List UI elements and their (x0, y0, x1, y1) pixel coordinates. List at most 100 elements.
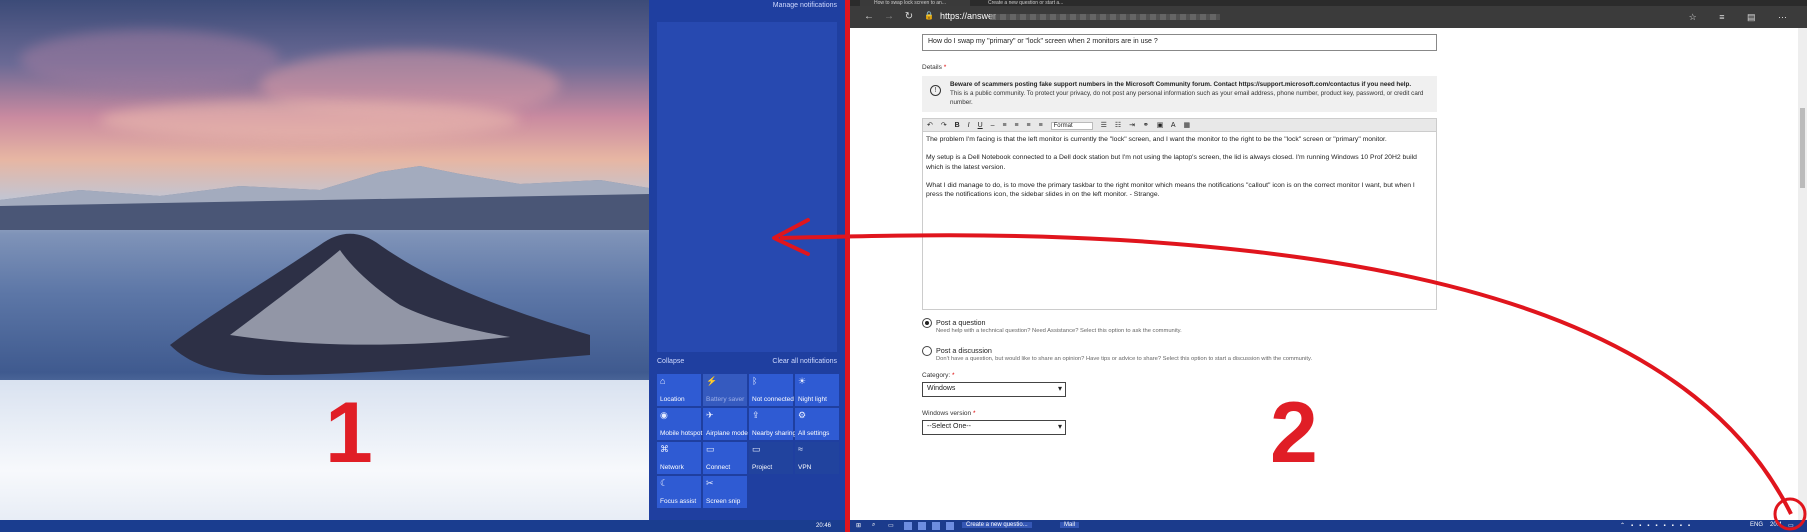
quick-action-project[interactable]: ▭ Project (749, 442, 793, 474)
category-select[interactable]: Windows (922, 382, 1066, 397)
bullet-list-icon[interactable]: ☰ (1101, 122, 1107, 129)
font-color-icon[interactable]: A (1171, 122, 1176, 129)
quick-action-all-settings[interactable]: ⚙ All settings (795, 408, 839, 440)
quick-action-screen-snip[interactable]: ✂ Screen snip (703, 476, 747, 508)
quick-action-mobile-hotspot[interactable]: ◉ Mobile hotspot (657, 408, 702, 440)
airplane-icon: ✈ (706, 410, 714, 420)
system-tray-icons[interactable]: ⌃▪▪▪▪▪▪▪▪ (1620, 522, 1696, 529)
quick-action-nearby-sharing[interactable]: ⇪ Nearby sharing (749, 408, 797, 440)
lock-icon: 🔒 (924, 11, 934, 20)
explorer-icon[interactable] (918, 522, 926, 530)
strikethrough-icon[interactable]: ‒ (991, 122, 995, 129)
hotspot-icon: ◉ (660, 410, 668, 420)
table-icon[interactable]: ▦ (1184, 122, 1191, 129)
notifications-panel (657, 22, 837, 352)
back-icon[interactable]: ← (862, 11, 876, 22)
taskbar-right-clock[interactable]: 20:4 (1770, 522, 1782, 528)
body-paragraph: The problem I'm facing is that the left … (926, 136, 1387, 143)
notifications-icon[interactable]: ▭ (1788, 522, 1794, 529)
collapse-link[interactable]: Collapse (657, 358, 684, 365)
post-discussion-desc: Don't have a question, but would like to… (936, 356, 1313, 362)
redo-icon[interactable]: ↷ (941, 122, 947, 129)
monitor-1: 1 Manage notifications Collapse Clear al… (0, 0, 849, 532)
scam-warning: Beware of scammers posting fake support … (950, 81, 1412, 88)
format-select[interactable]: Format (1050, 122, 1093, 130)
monitor-2-label: 2 (1270, 385, 1318, 481)
details-label: Details * (922, 64, 947, 71)
page-scrollbar[interactable] (1798, 28, 1807, 520)
quick-action-night-light[interactable]: ☀ Night light (795, 374, 839, 406)
outlook-icon[interactable] (932, 522, 940, 530)
question-body-editor[interactable]: The problem I'm facing is that the left … (922, 132, 1437, 310)
quick-action-location[interactable]: ⌂ Location (657, 374, 701, 406)
bold-icon[interactable]: B (955, 122, 960, 129)
align-left-icon[interactable]: ≡ (1002, 122, 1006, 129)
monitor-2: How to swap lock screen to an... Create … (850, 0, 1807, 532)
moon-icon: ☾ (660, 478, 669, 488)
italic-icon[interactable]: I (968, 122, 970, 129)
brightness-icon: ☀ (798, 376, 807, 386)
link-icon[interactable]: ⚭ (1143, 122, 1149, 129)
quick-action-label: Project (752, 464, 773, 471)
question-title-input[interactable]: How do I swap my "primary" or "lock" scr… (922, 34, 1437, 51)
post-discussion-radio[interactable] (922, 346, 932, 356)
battery-icon: ⚡ (706, 376, 718, 386)
project-icon: ▭ (752, 444, 761, 454)
taskbar-left: 20:46 (0, 520, 849, 532)
task-view-icon[interactable]: ▭ (888, 522, 894, 529)
numbered-list-icon[interactable]: ☷ (1115, 122, 1121, 129)
monitor-1-label: 1 (325, 385, 373, 481)
refresh-icon[interactable]: ↻ (902, 11, 916, 22)
quick-action-not-connected[interactable]: ᛒ Not connected (749, 374, 794, 406)
info-icon: ! (930, 85, 941, 96)
clear-all-notifications-link[interactable]: Clear all notifications (772, 358, 837, 365)
scrollbar-thumb[interactable] (1800, 108, 1805, 188)
underline-icon[interactable]: U (978, 122, 983, 129)
body-paragraph: What I did manage to do, is to move the … (926, 181, 1415, 199)
quick-action-battery-saver[interactable]: ⚡ Battery saver (703, 374, 747, 406)
category-label: Category: * (922, 372, 955, 379)
quick-action-label: Focus assist (660, 498, 697, 505)
quick-action-airplane-mode[interactable]: ✈ Airplane mode (703, 408, 748, 440)
language-indicator[interactable]: ENG (1750, 522, 1763, 528)
quick-action-label: Battery saver (706, 396, 745, 403)
windows-start-icon[interactable]: ⊞ (856, 522, 861, 529)
search-icon[interactable]: ⌕ (872, 522, 875, 529)
post-question-desc: Need help with a technical question? Nee… (936, 328, 1182, 334)
taskbar-browser-window[interactable]: Create a new questio... (962, 522, 1032, 528)
justify-icon[interactable]: ≡ (1039, 122, 1043, 129)
quick-action-vpn[interactable]: ≈ VPN (795, 442, 839, 474)
post-question-label: Post a question (936, 318, 986, 327)
quick-action-label: Airplane mode (706, 430, 748, 437)
taskbar-right: ⊞ ⌕ ▭ Create a new questio... Mail ⌃▪▪▪▪… (850, 520, 1807, 532)
island (170, 233, 590, 375)
undo-icon[interactable]: ↶ (927, 122, 933, 129)
manage-notifications-link[interactable]: Manage notifications (773, 2, 837, 9)
bluetooth-icon: ᛒ (752, 376, 758, 386)
share-icon: ⇪ (752, 410, 760, 420)
quick-action-label: Nearby sharing (752, 430, 797, 437)
quick-actions-grid: ⌂ Location ⚡ Battery saver ᛒ Not connected ☀ Ni… (657, 374, 847, 508)
align-center-icon[interactable]: ≡ (1015, 122, 1019, 129)
windows-version-select[interactable]: --Select One-- (922, 420, 1066, 435)
quick-action-connect[interactable]: ▭ Connect (703, 442, 747, 474)
indent-icon[interactable]: ⇥ (1129, 122, 1135, 129)
gear-icon: ⚙ (798, 410, 807, 420)
quick-action-network[interactable]: ⌘ Network (657, 442, 701, 474)
teams-icon[interactable] (946, 522, 954, 530)
location-icon: ⌂ (660, 376, 666, 386)
browser-address-bar: ← → ↻ 🔒 https://answer ☆ ≡ ▤ ⋯ (850, 6, 1807, 28)
align-right-icon[interactable]: ≡ (1027, 122, 1031, 129)
edge-icon[interactable] (904, 522, 912, 530)
vpn-icon: ≈ (798, 444, 803, 454)
image-icon[interactable]: ▣ (1157, 122, 1164, 129)
browser-toolbar-icons[interactable]: ☆ ≡ ▤ ⋯ (1689, 12, 1797, 23)
body-paragraph: My setup is a Dell Notebook connected to… (926, 153, 1417, 171)
post-question-radio[interactable] (922, 318, 932, 328)
taskbar-mail-window[interactable]: Mail (1060, 522, 1080, 528)
url-field[interactable]: https://answer (940, 11, 996, 21)
quick-action-focus-assist[interactable]: ☾ Focus assist (657, 476, 701, 508)
privacy-warning: ! Beware of scammers posting fake suppor… (922, 76, 1437, 112)
forward-icon[interactable]: → (882, 11, 896, 22)
taskbar-left-clock[interactable]: 20:46 (816, 523, 831, 529)
